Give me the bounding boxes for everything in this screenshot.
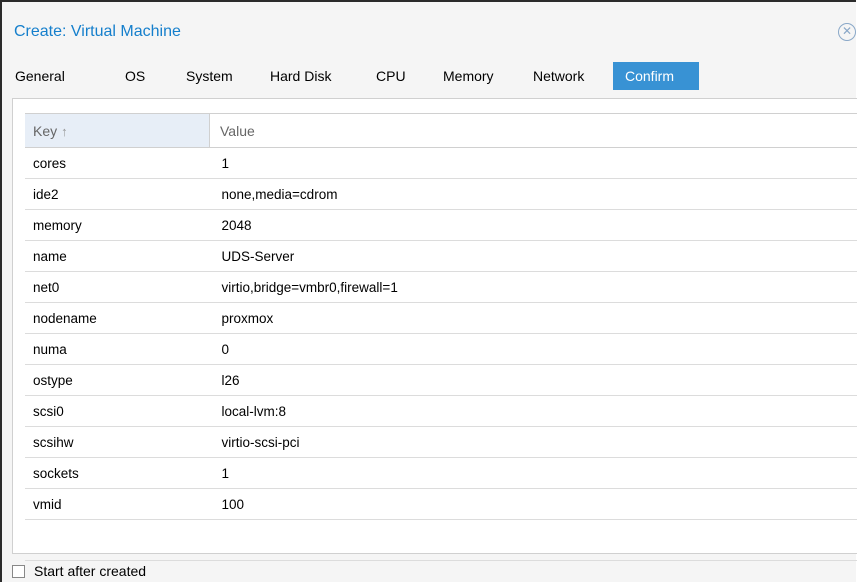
row-key: cores [25,147,210,179]
column-header-value[interactable]: Value [209,113,857,148]
row-key: numa [25,333,210,365]
row-value: 1 [209,457,857,489]
table-row[interactable]: net0 virtio,bridge=vmbr0,firewall=1 [25,271,857,303]
tab-confirm[interactable]: Confirm [613,62,699,90]
tab-network[interactable]: Network [533,62,584,90]
tab-cpu[interactable]: CPU [376,62,406,90]
table-row[interactable]: name UDS-Server [25,240,857,272]
row-key: scsihw [25,426,210,458]
table-row[interactable]: ide2 none,media=cdrom [25,178,857,210]
tab-memory[interactable]: Memory [443,62,494,90]
row-value: virtio,bridge=vmbr0,firewall=1 [209,271,857,303]
table-row[interactable]: cores 1 [25,147,857,179]
grid-header-row: Key ↑ Value [25,113,857,148]
start-after-created-checkbox[interactable] [12,565,25,578]
table-row[interactable]: vmid 100 [25,488,857,520]
row-value: none,media=cdrom [209,178,857,210]
row-value: local-lvm:8 [209,395,857,427]
tab-general[interactable]: General [15,62,65,90]
table-row[interactable]: sockets 1 [25,457,857,489]
confirm-panel: Key ↑ Value cores 1 ide2 none,media=cdrom m… [12,98,857,561]
sort-ascending-icon: ↑ [61,123,68,139]
row-key: scsi0 [25,395,210,427]
create-vm-dialog: Create: Virtual Machine ✕ General OS Sys… [0,0,857,582]
table-row[interactable]: numa 0 [25,333,857,365]
wizard-tabs: General OS System Hard Disk CPU Memory N… [2,62,856,90]
summary-grid: Key ↑ Value cores 1 ide2 none,media=cdrom m… [25,113,857,561]
row-value: 100 [209,488,857,520]
dialog-title: Create: Virtual Machine [14,23,181,40]
table-row[interactable]: scsihw virtio-scsi-pci [25,426,857,458]
row-value: UDS-Server [209,240,857,272]
dialog-titlebar: Create: Virtual Machine ✕ [2,2,856,46]
row-key: name [25,240,210,272]
tab-system[interactable]: System [186,62,233,90]
row-key: nodename [25,302,210,334]
row-key: net0 [25,271,210,303]
close-icon[interactable]: ✕ [838,23,856,41]
table-row[interactable]: memory 2048 [25,209,857,241]
row-key: ostype [25,364,210,396]
column-header-key[interactable]: Key ↑ [25,113,210,148]
row-key: sockets [25,457,210,489]
row-value: virtio-scsi-pci [209,426,857,458]
table-row[interactable]: ostype l26 [25,364,857,396]
table-row[interactable]: nodename proxmox [25,302,857,334]
row-key: ide2 [25,178,210,210]
tab-hard-disk[interactable]: Hard Disk [270,62,331,90]
start-after-created-label[interactable]: Start after created [34,563,146,579]
empty-row [25,519,857,561]
row-key: vmid [25,488,210,520]
row-value: proxmox [209,302,857,334]
row-value: 0 [209,333,857,365]
row-value: 1 [209,147,857,179]
row-value: 2048 [209,209,857,241]
tab-os[interactable]: OS [125,62,145,90]
row-key: memory [25,209,210,241]
row-value: l26 [209,364,857,396]
column-header-key-label: Key [33,122,58,139]
table-row[interactable]: scsi0 local-lvm:8 [25,395,857,427]
